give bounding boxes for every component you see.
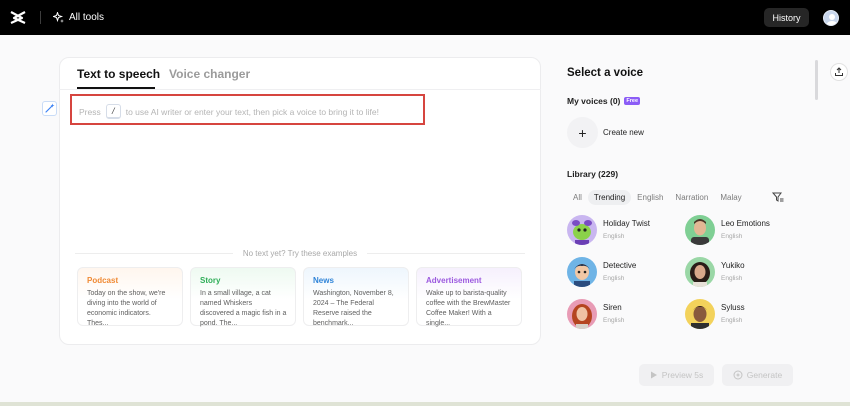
select-voice-title: Select a voice [567, 67, 644, 79]
user-avatar-icon [826, 14, 838, 25]
examples-caption: No text yet? Try these examples [75, 249, 525, 258]
voice-language: English [603, 317, 625, 324]
card-title: Story [200, 276, 221, 285]
generate-label: Generate [746, 370, 783, 380]
history-button[interactable]: History [764, 8, 809, 27]
bottom-strip [0, 402, 850, 406]
filter-malay[interactable]: Malay [714, 190, 747, 205]
my-voices-label: My voices (0) [567, 96, 621, 106]
filter-english[interactable]: English [631, 190, 669, 205]
voice-item-leo-emotions[interactable]: Leo Emotions English [685, 215, 805, 247]
card-title: Podcast [87, 276, 119, 285]
user-avatar[interactable] [823, 10, 839, 26]
voice-item-siren[interactable]: Siren English [567, 299, 687, 331]
placeholder-press: Press [79, 106, 101, 117]
card-text: In a small village, a cat named Whiskers… [200, 290, 287, 327]
filter-all[interactable]: All [567, 190, 588, 205]
example-card-advertisement[interactable]: Advertisement Wake up to barista-quality… [416, 267, 522, 327]
capcut-logo-icon[interactable] [9, 9, 27, 26]
examples-caption-text: No text yet? Try these examples [242, 249, 358, 258]
voice-name: Syluss [721, 303, 745, 312]
voice-name: Siren [603, 303, 622, 312]
all-tools-button[interactable]: All tools [53, 10, 104, 25]
placeholder-hint: to use AI writer or enter your text, the… [125, 106, 379, 117]
create-new-label[interactable]: Create new [603, 128, 644, 137]
preview-label: Preview 5s [661, 370, 704, 380]
card-title: Advertisement [426, 276, 482, 285]
export-button[interactable] [830, 63, 848, 81]
plus-icon: + [578, 124, 587, 141]
voice-avatar [567, 257, 597, 287]
library-heading: Library (229) [567, 169, 619, 179]
preview-button[interactable]: Preview 5s [639, 364, 714, 386]
voice-item-syluss[interactable]: Syluss English [685, 299, 805, 331]
voice-avatar [685, 215, 715, 245]
voice-avatar [685, 299, 715, 329]
tab-text-to-speech[interactable]: Text to speech [77, 67, 160, 81]
voice-language: English [721, 275, 743, 282]
example-card-news[interactable]: News Washington, November 8, 2024 – The … [303, 267, 409, 327]
example-card-podcast[interactable]: Podcast Today on the show, we're diving … [77, 267, 183, 327]
tab-divider [59, 89, 541, 90]
voice-list-scrollbar[interactable] [815, 60, 818, 100]
generate-button[interactable]: Generate [722, 364, 793, 386]
filter-trending[interactable]: Trending [587, 189, 632, 205]
voice-item-detective[interactable]: Detective English [567, 257, 687, 289]
card-text: Wake up to barista-quality coffee with t… [426, 290, 511, 327]
card-text: Today on the show, we're diving into the… [87, 290, 166, 327]
voice-filter-tabs: All Trending English Narration Malay [567, 189, 767, 205]
filter-funnel-icon[interactable] [772, 191, 784, 203]
active-tab-indicator [77, 87, 155, 89]
top-bar: All tools History [0, 0, 850, 35]
text-input-area[interactable]: Press / to use AI writer or enter your t… [70, 94, 425, 125]
topbar-divider [40, 11, 41, 24]
voice-name: Leo Emotions [721, 219, 770, 228]
voice-name: Holiday Twist [603, 219, 650, 228]
create-voice-button[interactable]: + [567, 117, 598, 148]
voice-name: Yukiko [721, 261, 745, 270]
voice-avatar [567, 215, 597, 245]
voice-language: English [721, 317, 743, 324]
magic-wand-icon [45, 103, 55, 113]
my-voices-heading: My voices (0) Free [567, 96, 641, 106]
generate-sparkle-icon [733, 370, 743, 380]
upload-icon [835, 67, 843, 76]
voice-language: English [721, 233, 743, 240]
all-tools-label: All tools [69, 12, 105, 23]
voice-language: English [603, 233, 625, 240]
voice-language: English [603, 275, 625, 282]
sparkle-icon [53, 12, 64, 23]
free-badge: Free [624, 97, 641, 105]
example-card-story[interactable]: Story In a small village, a cat named Wh… [190, 267, 296, 327]
slash-key: / [105, 104, 121, 119]
voice-avatar [567, 299, 597, 329]
text-input-placeholder: Press / to use AI writer or enter your t… [79, 104, 379, 119]
play-icon [650, 371, 657, 379]
tab-voice-changer[interactable]: Voice changer [169, 67, 250, 81]
voice-avatar [685, 257, 715, 287]
caption-line-right [367, 253, 525, 254]
filter-narration[interactable]: Narration [669, 190, 714, 205]
voice-item-yukiko[interactable]: Yukiko English [685, 257, 805, 289]
card-title: News [313, 276, 334, 285]
ai-writer-button[interactable] [42, 101, 57, 116]
voice-item-holiday-twist[interactable]: Holiday Twist English [567, 215, 687, 247]
voice-name: Detective [603, 261, 637, 270]
caption-line-left [75, 253, 233, 254]
card-text: Washington, November 8, 2024 – The Feder… [313, 290, 394, 327]
